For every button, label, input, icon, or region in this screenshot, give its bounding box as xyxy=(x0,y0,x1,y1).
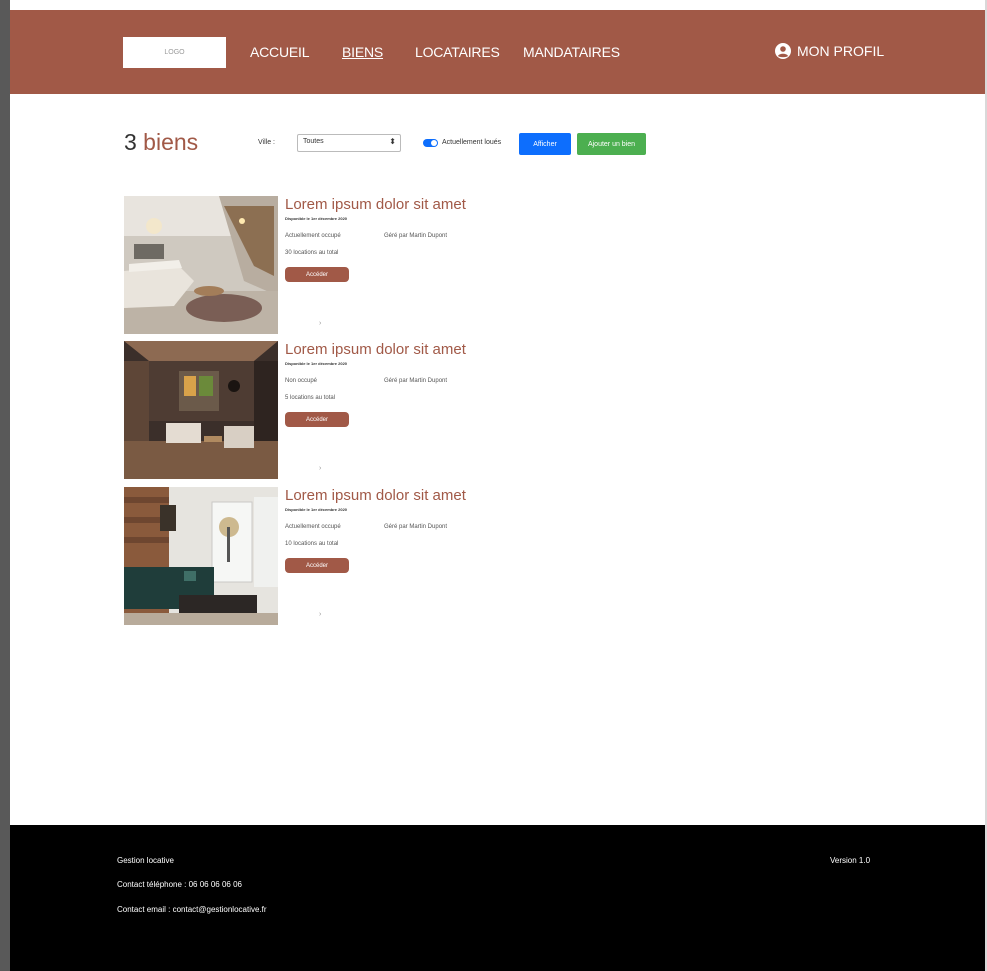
manager-info: Géré par Martin Dupont xyxy=(384,233,448,239)
occupancy-status: Non occupé xyxy=(285,378,318,384)
access-button[interactable]: Accéder xyxy=(285,267,349,282)
manager-info: Géré par Martin Dupont xyxy=(384,524,448,530)
nav-accueil[interactable]: ACCUEIL xyxy=(250,44,309,60)
nav-mandataires[interactable]: MANDATAIRES xyxy=(523,44,620,60)
property-card: Lorem ipsum dolor sit amet Disponible le… xyxy=(124,196,524,334)
user-circle-icon xyxy=(775,43,791,59)
footer-email: Contact email : contact@gestionlocative.… xyxy=(117,905,267,914)
availability-date: Disponible le 1er décembre 2020 xyxy=(285,361,348,366)
occupancy-status: Actuellement occupé xyxy=(285,233,341,239)
window-left-edge xyxy=(0,0,10,971)
property-title[interactable]: Lorem ipsum dolor sit amet xyxy=(285,487,466,504)
property-count-label: biens xyxy=(136,129,199,155)
add-property-button[interactable]: Ajouter un bien xyxy=(577,133,646,155)
property-card: Lorem ipsum dolor sit amet Disponible le… xyxy=(124,341,524,479)
property-image xyxy=(124,196,278,334)
profile-label: MON PROFIL xyxy=(797,43,885,59)
chevron-right-icon[interactable]: › xyxy=(319,465,321,472)
availability-date: Disponible le 1er décembre 2020 xyxy=(285,507,348,512)
property-count: 3 biens xyxy=(124,129,198,156)
access-button[interactable]: Accéder xyxy=(285,412,349,427)
property-count-number: 3 xyxy=(124,129,137,155)
select-arrows-icon: ⬍ xyxy=(389,137,396,146)
top-navbar: LOGO ACCUEIL BIENS LOCATAIRES MANDATAIRE… xyxy=(10,10,985,94)
profile-link[interactable]: MON PROFIL xyxy=(775,43,884,59)
ville-select[interactable]: Toutes ⬍ xyxy=(297,134,401,152)
availability-date: Disponible le 1er décembre 2020 xyxy=(285,216,348,221)
logo[interactable]: LOGO xyxy=(123,37,226,68)
footer-company: Gestion locative xyxy=(117,856,174,865)
rentals-total: 10 locations au total xyxy=(285,541,339,547)
nav-biens[interactable]: BIENS xyxy=(342,44,383,60)
ville-selected-value: Toutes xyxy=(303,138,324,145)
property-title[interactable]: Lorem ipsum dolor sit amet xyxy=(285,341,466,358)
property-card: Lorem ipsum dolor sit amet Disponible le… xyxy=(124,487,524,625)
manager-info: Géré par Martin Dupont xyxy=(384,378,448,384)
occupancy-status: Actuellement occupé xyxy=(285,524,341,530)
footer-phone: Contact téléphone : 06 06 06 06 06 xyxy=(117,880,242,889)
show-button[interactable]: Afficher xyxy=(519,133,571,155)
ville-label: Ville : xyxy=(258,139,275,146)
currently-rented-label: Actuellement loués xyxy=(442,139,502,146)
footer: Gestion locative Contact téléphone : 06 … xyxy=(10,825,985,971)
property-image xyxy=(124,341,278,479)
chevron-right-icon[interactable]: › xyxy=(319,320,321,327)
rentals-total: 5 locations au total xyxy=(285,395,336,401)
rentals-total: 30 locations au total xyxy=(285,250,339,256)
footer-version: Version 1.0 xyxy=(830,856,871,865)
property-image xyxy=(124,487,278,625)
chevron-right-icon[interactable]: › xyxy=(319,611,321,618)
access-button[interactable]: Accéder xyxy=(285,558,349,573)
currently-rented-toggle[interactable] xyxy=(423,139,438,147)
property-title[interactable]: Lorem ipsum dolor sit amet xyxy=(285,196,466,213)
nav-locataires[interactable]: LOCATAIRES xyxy=(415,44,500,60)
